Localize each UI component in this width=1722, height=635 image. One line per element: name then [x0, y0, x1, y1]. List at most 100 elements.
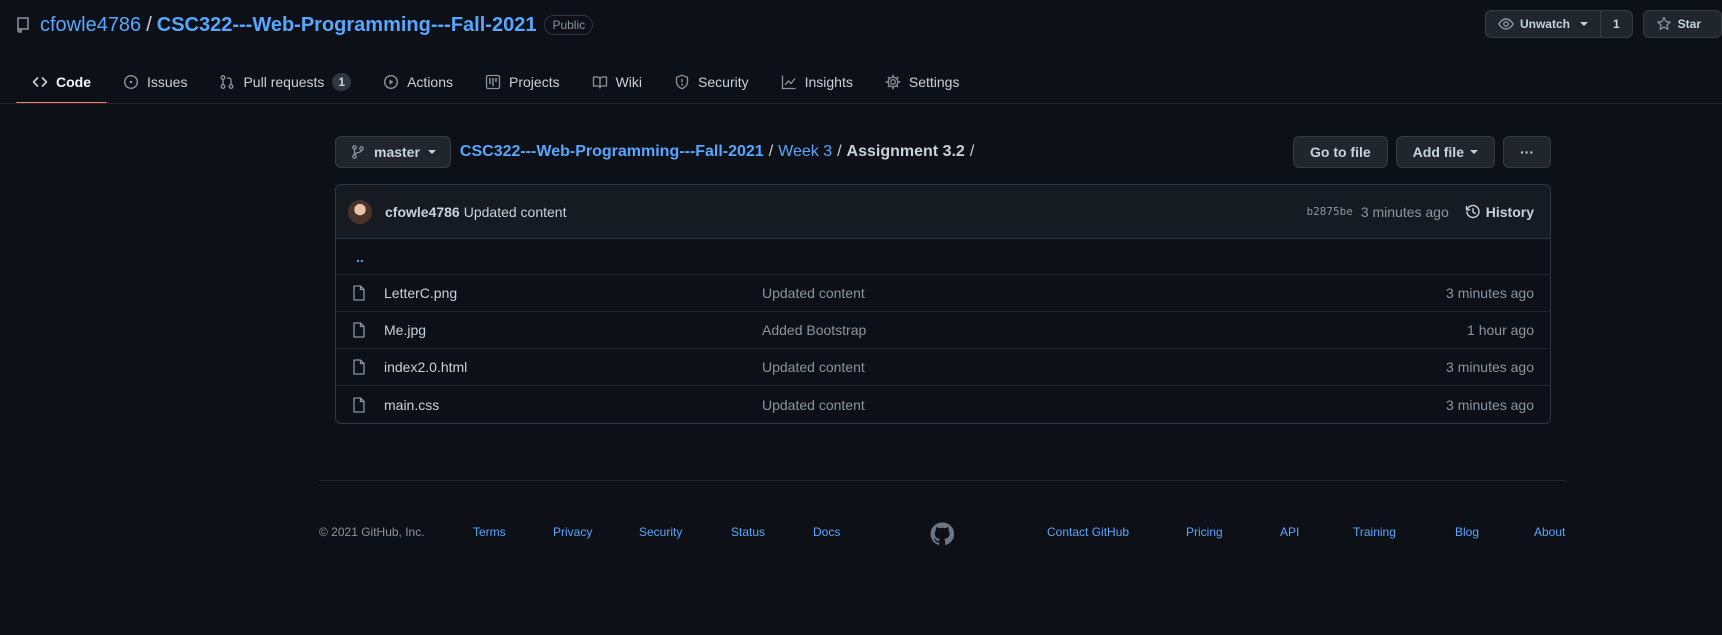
branch-name: master — [374, 144, 420, 160]
commit-age: 3 minutes ago — [1360, 203, 1449, 220]
tab-security[interactable]: Security — [658, 60, 765, 104]
file-navigation: master CSC322---Web-Programming---Fall-2… — [335, 136, 1551, 168]
star-button[interactable]: Star — [1644, 11, 1721, 37]
add-file-button[interactable]: Add file — [1395, 136, 1495, 168]
eye-icon — [1498, 16, 1514, 32]
breadcrumb-folder-link[interactable]: Week 3 — [778, 143, 832, 161]
file-row[interactable]: LetterC.png Updated content 3 minutes ag… — [336, 275, 1550, 312]
tab-label: Wiki — [615, 74, 643, 90]
watch-button-group: Unwatch 1 — [1484, 10, 1633, 38]
file-icon — [352, 285, 384, 301]
tab-insights[interactable]: Insights — [765, 60, 869, 104]
file-name-link[interactable]: LetterC.png — [384, 285, 762, 301]
footer-link-privacy[interactable]: Privacy — [553, 525, 592, 539]
footer-link-blog[interactable]: Blog — [1455, 525, 1479, 539]
history-link[interactable]: History — [1465, 204, 1534, 220]
breadcrumb: CSC322---Web-Programming---Fall-2021 / W… — [460, 143, 979, 161]
branch-icon — [350, 144, 366, 160]
star-button-group: Star — [1642, 10, 1722, 38]
breadcrumb-separator: / — [768, 143, 774, 160]
file-list-box: cfowle4786 Updated content b2875be 3 min… — [335, 184, 1551, 424]
file-row[interactable]: Me.jpg Added Bootstrap 1 hour ago — [336, 312, 1550, 349]
tab-settings[interactable]: Settings — [869, 60, 976, 104]
commit-message-link[interactable]: Updated content — [464, 204, 567, 220]
history-icon — [1465, 204, 1481, 220]
file-age: 3 minutes ago — [1446, 359, 1534, 375]
tab-label: Code — [56, 74, 91, 90]
footer-link-pricing[interactable]: Pricing — [1186, 525, 1223, 539]
parent-directory-link[interactable]: .. — [336, 239, 1550, 275]
file-name-link[interactable]: main.css — [384, 397, 762, 413]
go-to-file-button[interactable]: Go to file — [1292, 136, 1388, 168]
file-icon — [352, 359, 384, 375]
tab-label: Pull requests — [243, 74, 325, 90]
commit-sha-link[interactable]: b2875be — [1306, 205, 1352, 218]
branch-select-button[interactable]: master — [335, 136, 451, 168]
file-row[interactable]: main.css Updated content 3 minutes ago — [336, 386, 1550, 423]
tab-actions[interactable]: Actions — [367, 60, 469, 104]
tab-label: Security — [698, 74, 749, 90]
nav-divider — [0, 103, 1722, 104]
tab-issues[interactable]: Issues — [107, 60, 203, 104]
file-icon — [352, 396, 384, 413]
book-icon — [592, 74, 608, 90]
star-label: Star — [1677, 17, 1701, 31]
file-name-link[interactable]: Me.jpg — [384, 322, 762, 338]
footer-link-docs[interactable]: Docs — [813, 525, 840, 539]
tab-pull-requests[interactable]: Pull requests 1 — [203, 60, 367, 104]
chevron-down-icon — [1470, 150, 1478, 154]
file-name-link[interactable]: index2.0.html — [384, 359, 762, 375]
watch-count[interactable]: 1 — [1599, 11, 1632, 37]
tab-projects[interactable]: Projects — [469, 60, 576, 104]
unwatch-button[interactable]: Unwatch — [1486, 11, 1600, 37]
play-icon — [383, 74, 399, 90]
gear-icon — [885, 74, 901, 90]
tab-label: Issues — [147, 74, 188, 90]
file-icon — [352, 322, 384, 338]
tab-code[interactable]: Code — [16, 60, 107, 104]
chevron-down-icon — [427, 150, 436, 154]
repo-separator: / — [146, 13, 152, 36]
visibility-badge: Public — [544, 15, 594, 35]
tab-wiki[interactable]: Wiki — [576, 60, 658, 104]
project-icon — [485, 74, 501, 90]
repo-actions: Unwatch 1 Star — [1484, 10, 1722, 38]
add-file-label: Add file — [1412, 144, 1464, 160]
footer-divider — [319, 480, 1567, 481]
shield-icon — [674, 74, 690, 90]
issue-icon — [123, 74, 139, 90]
star-icon — [1656, 16, 1672, 32]
code-icon — [32, 74, 48, 90]
footer-link-security[interactable]: Security — [639, 525, 682, 539]
file-age: 1 hour ago — [1467, 322, 1534, 338]
breadcrumb-current: Assignment 3.2 — [846, 143, 965, 160]
footer-link-terms[interactable]: Terms — [473, 525, 506, 539]
avatar[interactable] — [348, 199, 372, 224]
breadcrumb-repo-link[interactable]: CSC322---Web-Programming---Fall-2021 — [460, 143, 764, 161]
file-row[interactable]: index2.0.html Updated content 3 minutes … — [336, 349, 1550, 386]
latest-commit-bar: cfowle4786 Updated content b2875be 3 min… — [336, 185, 1550, 239]
footer-link-status[interactable]: Status — [731, 525, 765, 539]
footer-link-api[interactable]: API — [1280, 525, 1299, 539]
chevron-down-icon — [1579, 22, 1588, 26]
history-label: History — [1485, 203, 1534, 220]
breadcrumb-separator: / — [969, 143, 975, 160]
file-commit-message[interactable]: Updated content — [762, 359, 1446, 375]
file-commit-message[interactable]: Updated content — [762, 397, 1446, 413]
unwatch-label: Unwatch — [1519, 17, 1570, 31]
footer-link-contact[interactable]: Contact GitHub — [1047, 525, 1129, 539]
more-options-button[interactable]: ··· — [1503, 136, 1551, 168]
github-logo-icon[interactable] — [930, 522, 954, 546]
footer-copyright: © 2021 GitHub, Inc. — [319, 525, 425, 539]
tab-label: Settings — [908, 74, 960, 90]
footer-link-about[interactable]: About — [1534, 525, 1565, 539]
file-commit-message[interactable]: Added Bootstrap — [762, 322, 1467, 338]
commit-author-link[interactable]: cfowle4786 — [385, 204, 460, 220]
footer-link-training[interactable]: Training — [1353, 525, 1396, 539]
repo-owner-link[interactable]: cfowle4786 — [40, 14, 141, 37]
repo-name-link[interactable]: CSC322---Web-Programming---Fall-2021 — [157, 14, 537, 37]
pull-request-icon — [219, 74, 235, 90]
file-actions: Go to file Add file ··· — [1292, 136, 1551, 168]
pull-request-count-badge: 1 — [332, 73, 352, 91]
file-commit-message[interactable]: Updated content — [762, 285, 1446, 301]
